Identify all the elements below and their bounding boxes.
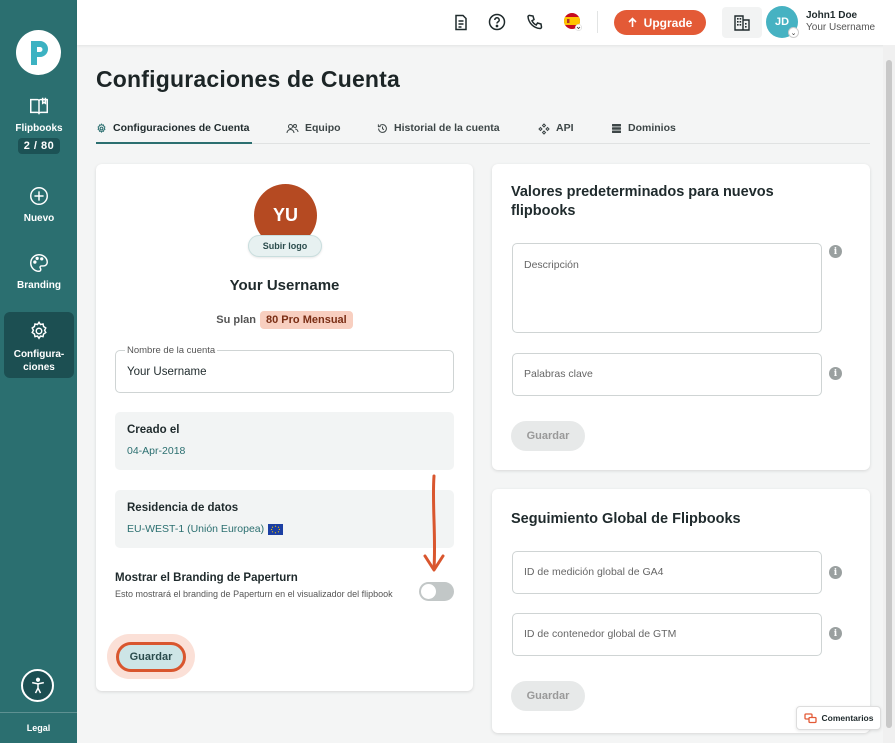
account-name: Your Username: [229, 277, 340, 294]
keywords-placeholder: Palabras clave: [524, 368, 593, 380]
sidebar-item-branding[interactable]: Branding: [4, 252, 74, 297]
tracking-card: Seguimiento Global de Flipbooks ID de me…: [492, 489, 870, 733]
sidebar-item-label: Nuevo: [23, 213, 55, 224]
sidebar-item-label: Flipbooks: [15, 123, 63, 134]
chevron-down-icon[interactable]: ⌄: [788, 27, 799, 38]
description-placeholder: Descripción: [524, 259, 579, 271]
page-title: Configuraciones de Cuenta: [96, 66, 401, 92]
organization-button[interactable]: [722, 7, 762, 38]
residency-title: Residencia de datos: [127, 502, 239, 514]
account-card: YU Subir logo Your Username Su plan 80 P…: [96, 164, 473, 691]
legal-link[interactable]: Legal: [0, 712, 77, 743]
created-date-box: Creado el 04-Apr-2018: [115, 412, 454, 470]
tab-api[interactable]: API: [538, 122, 574, 144]
plan-label: Su plan: [216, 314, 257, 326]
upload-logo-button[interactable]: Subir logo: [248, 235, 322, 257]
info-icon[interactable]: i: [829, 566, 842, 579]
branding-toggle-title: Mostrar el Branding de Paperturn: [115, 572, 298, 584]
save-tracking-button[interactable]: Guardar: [511, 681, 585, 711]
toggle-knob: [421, 584, 436, 599]
tab-domains[interactable]: Dominios: [611, 122, 676, 144]
book-icon: [30, 97, 48, 115]
tab-account-history[interactable]: Historial de la cuenta: [377, 122, 500, 144]
comments-label: Comentarios: [821, 713, 874, 723]
user-name[interactable]: John1 Doe: [806, 10, 857, 21]
divider: [597, 11, 598, 33]
server-icon: [612, 124, 621, 133]
user-account: Your Username: [806, 22, 876, 33]
top-bar: Upgrade JD ⌄ John1 Doe Your Username: [77, 0, 895, 45]
accessibility-button[interactable]: [21, 669, 54, 702]
tab-bar: Configuraciones de Cuenta Equipo Histori…: [96, 122, 870, 144]
arrow-up-icon: [628, 17, 637, 27]
upgrade-label: Upgrade: [643, 15, 693, 30]
tab-label: API: [556, 122, 574, 134]
spanish-flag-icon[interactable]: [563, 12, 583, 32]
defaults-card: Valores predeterminados para nuevos flip…: [492, 164, 870, 470]
sidebar-item-label: Branding: [17, 280, 61, 291]
palette-icon: [30, 254, 48, 272]
info-icon[interactable]: i: [829, 367, 842, 380]
sidebar-item-label: Configura- ciones: [13, 349, 65, 373]
gtm-input[interactable]: ID de contenedor global de GTM: [512, 613, 822, 656]
tab-label: Historial de la cuenta: [394, 122, 500, 134]
plus-circle-icon: [30, 187, 48, 205]
flipbook-count-badge: 2 / 80: [17, 138, 61, 154]
scrollbar-thumb[interactable]: [886, 60, 892, 728]
upgrade-button[interactable]: Upgrade: [614, 10, 706, 35]
branding-toggle[interactable]: [419, 582, 454, 601]
paperturn-logo[interactable]: [16, 30, 61, 75]
ga4-placeholder: ID de medición global de GA4: [524, 566, 664, 578]
tab-label: Configuraciones de Cuenta: [113, 122, 250, 134]
phone-icon[interactable]: [525, 12, 545, 32]
comments-button[interactable]: Comentarios: [796, 706, 881, 730]
field-label: Nombre de la cuenta: [125, 345, 218, 356]
comments-icon: [803, 712, 817, 723]
gtm-placeholder: ID de contenedor global de GTM: [524, 628, 677, 640]
data-residency-box: Residencia de datos EU-WEST-1 (Unión Eur…: [115, 490, 454, 548]
building-icon: [734, 14, 750, 31]
save-defaults-button[interactable]: Guardar: [511, 421, 585, 451]
tab-account-settings[interactable]: Configuraciones de Cuenta: [96, 122, 252, 144]
tab-team[interactable]: Equipo: [286, 122, 341, 144]
residency-value-row: EU-WEST-1 (Unión Europea): [127, 523, 284, 535]
created-value: 04-Apr-2018: [127, 445, 186, 457]
save-button[interactable]: Guardar: [116, 642, 186, 672]
created-title: Creado el: [127, 424, 180, 436]
defaults-card-title: Valores predeterminados para nuevos flip…: [511, 184, 774, 219]
field-value[interactable]: Your Username: [127, 366, 206, 378]
tab-label: Dominios: [628, 122, 676, 134]
sidebar-item-flipbooks[interactable]: Flipbooks 2 / 80: [4, 95, 74, 160]
keywords-input[interactable]: Palabras clave: [512, 353, 822, 396]
plan-row: Su plan 80 Pro Mensual: [96, 311, 473, 329]
sidebar: Flipbooks 2 / 80 Nuevo Branding Configur…: [0, 0, 77, 743]
accessibility-icon: [31, 677, 44, 693]
branding-toggle-description: Esto mostrará el branding de Paperturn e…: [115, 589, 393, 599]
info-icon[interactable]: i: [829, 627, 842, 640]
gear-icon: [31, 320, 47, 340]
annotation-arrow-icon: [423, 474, 445, 572]
history-icon: [377, 124, 387, 133]
users-icon: [286, 124, 299, 134]
ga4-input[interactable]: ID de medición global de GA4: [512, 551, 822, 594]
eu-flag-icon: [268, 523, 284, 535]
info-icon[interactable]: i: [829, 245, 842, 258]
tab-label: Equipo: [305, 122, 341, 134]
plan-badge[interactable]: 80 Pro Mensual: [260, 311, 353, 329]
tracking-card-title: Seguimiento Global de Flipbooks: [511, 511, 741, 527]
api-icon: [538, 123, 550, 135]
gear-icon: [97, 123, 106, 134]
account-name-field[interactable]: Nombre de la cuenta Your Username: [115, 345, 454, 393]
residency-value: EU-WEST-1 (Unión Europea): [127, 523, 265, 535]
description-textarea[interactable]: Descripción: [512, 243, 822, 333]
sidebar-item-nuevo[interactable]: Nuevo: [4, 185, 74, 230]
sidebar-item-configuraciones[interactable]: Configura- ciones: [4, 312, 74, 378]
document-icon[interactable]: [451, 12, 471, 32]
help-icon[interactable]: [487, 12, 507, 32]
